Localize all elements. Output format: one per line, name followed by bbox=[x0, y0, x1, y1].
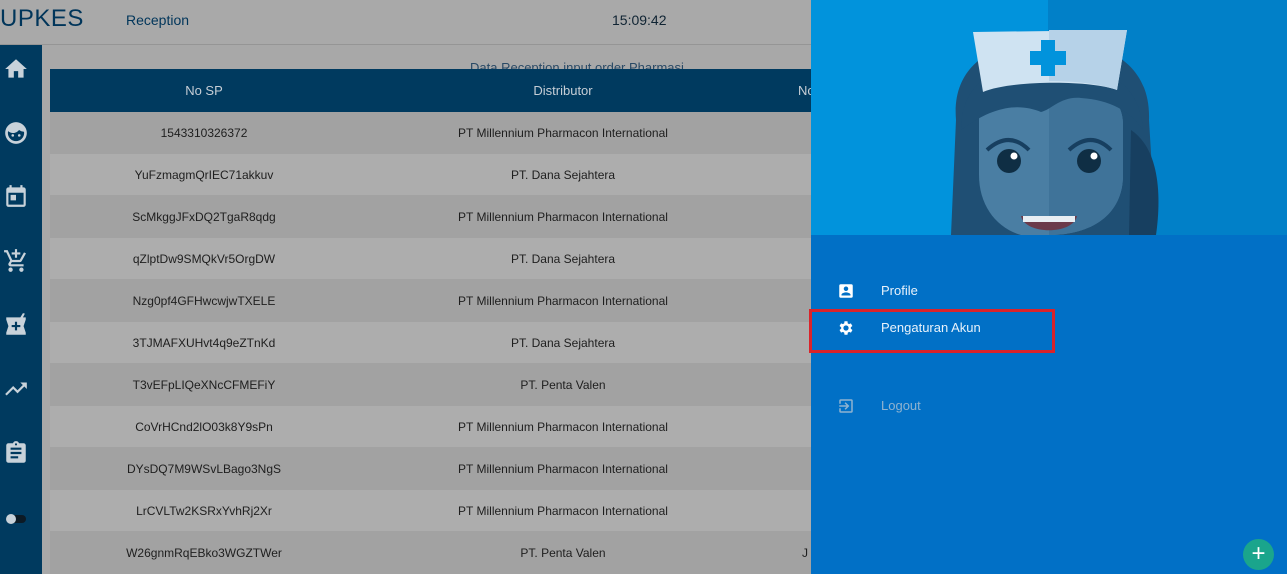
cell-no-sp: Nzg0pf4GFHwcwjwTXELE bbox=[132, 294, 276, 308]
order-table: No SP Distributor No 1543310326372 PT Mil… bbox=[50, 69, 811, 574]
table-row[interactable]: LrCVLTw2KSRxYvhRj2Xr PT Millennium Pharma… bbox=[50, 490, 811, 532]
cell-extra bbox=[802, 448, 811, 490]
app-brand[interactable]: UPKES bbox=[0, 5, 84, 33]
account-drawer: Profile Pengaturan Akun Logout bbox=[809, 0, 1287, 574]
account-box-icon bbox=[837, 282, 855, 300]
calendar-icon[interactable] bbox=[3, 183, 29, 209]
nurse-avatar-illustration bbox=[951, 30, 1159, 235]
cell-distributor: PT Millennium Pharmacon International bbox=[458, 210, 668, 224]
gear-icon bbox=[837, 319, 855, 337]
cell-distributor: PT Millennium Pharmacon International bbox=[458, 294, 668, 308]
table-header: No SP Distributor No bbox=[50, 69, 811, 112]
menu-item-account-settings[interactable]: Pengaturan Akun bbox=[809, 309, 1287, 353]
cart-add-icon[interactable] bbox=[3, 248, 29, 274]
cell-distributor: PT. Penta Valen bbox=[520, 378, 606, 392]
cell-extra bbox=[802, 196, 811, 238]
table-row[interactable]: Nzg0pf4GFHwcwjwTXELE PT Millennium Pharma… bbox=[50, 280, 811, 322]
table-row[interactable]: YuFzmagmQrIEC71akkuv PT. Dana Sejahtera bbox=[50, 154, 811, 196]
cell-extra bbox=[802, 112, 811, 154]
cell-no-sp: CoVrHCnd2lO03k8Y9sPn bbox=[135, 420, 273, 434]
table-row[interactable]: qZlptDw9SMQkVr5OrgDW PT. Dana Sejahtera bbox=[50, 238, 811, 280]
table-row[interactable]: CoVrHCnd2lO03k8Y9sPn PT Millennium Pharma… bbox=[50, 406, 811, 448]
cell-no-sp: W26gnmRqEBko3WGZTWer bbox=[126, 546, 282, 560]
pharmacy-add-icon[interactable] bbox=[3, 312, 29, 338]
menu-item-logout[interactable]: Logout bbox=[811, 387, 1287, 425]
column-header-no[interactable]: No bbox=[768, 69, 811, 112]
home-icon[interactable] bbox=[3, 56, 29, 82]
cell-extra bbox=[802, 364, 811, 406]
menu-label-profile: Profile bbox=[881, 283, 918, 298]
cell-distributor: PT Millennium Pharmacon International bbox=[458, 126, 668, 140]
cell-no-sp: 3TJMAFXUHvt4q9eZTnKd bbox=[132, 336, 276, 350]
table-body: 1543310326372 PT Millennium Pharmacon Int… bbox=[50, 112, 811, 574]
add-fab-button[interactable]: + bbox=[1243, 539, 1274, 570]
table-row[interactable]: 3TJMAFXUHvt4q9eZTnKd PT. Dana Sejahtera bbox=[50, 322, 811, 364]
menu-item-profile[interactable]: Profile bbox=[811, 272, 1287, 310]
sidebar-nav bbox=[0, 45, 42, 574]
column-header-no-sp[interactable]: No SP bbox=[50, 69, 358, 112]
table-row[interactable]: T3vEFpLIQeXNcCFMEFiY PT. Penta Valen bbox=[50, 364, 811, 406]
clipboard-icon[interactable] bbox=[3, 440, 29, 466]
cell-distributor: PT Millennium Pharmacon International bbox=[458, 504, 668, 518]
table-row[interactable]: 1543310326372 PT Millennium Pharmacon Int… bbox=[50, 112, 811, 154]
table-row[interactable]: DYsDQ7M9WSvLBago3NgS PT Millennium Pharma… bbox=[50, 448, 811, 490]
page-title: Reception bbox=[126, 12, 190, 28]
cell-no-sp: 1543310326372 bbox=[160, 126, 248, 140]
clock: 15:09:42 bbox=[612, 12, 667, 28]
toggle-icon[interactable] bbox=[3, 506, 29, 532]
exit-icon bbox=[837, 397, 855, 415]
cell-no-sp: DYsDQ7M9WSvLBago3NgS bbox=[126, 462, 282, 476]
cell-no-sp: YuFzmagmQrIEC71akkuv bbox=[134, 168, 274, 182]
table-row[interactable]: ScMkggJFxDQ2TgaR8qdg PT Millennium Pharma… bbox=[50, 196, 811, 238]
trending-up-icon[interactable] bbox=[3, 376, 29, 402]
cell-distributor: PT. Dana Sejahtera bbox=[510, 168, 616, 182]
cell-extra bbox=[802, 238, 811, 280]
baby-face-icon[interactable] bbox=[3, 120, 29, 146]
app-header: UPKES Reception 15:09:42 bbox=[0, 0, 811, 45]
menu-label-account-settings: Pengaturan Akun bbox=[881, 320, 981, 335]
drawer-hero bbox=[811, 0, 1287, 235]
cell-distributor: PT. Dana Sejahtera bbox=[510, 336, 616, 350]
table-row[interactable]: W26gnmRqEBko3WGZTWer PT. Penta Valen J bbox=[50, 532, 811, 574]
cell-distributor: PT. Dana Sejahtera bbox=[510, 252, 616, 266]
cell-no-sp: LrCVLTw2KSRxYvhRj2Xr bbox=[136, 504, 272, 518]
cell-extra bbox=[802, 406, 811, 448]
cell-no-sp: ScMkggJFxDQ2TgaR8qdg bbox=[132, 210, 276, 224]
cell-distributor: PT Millennium Pharmacon International bbox=[458, 462, 668, 476]
cell-extra bbox=[802, 490, 811, 532]
cell-distributor: PT Millennium Pharmacon International bbox=[458, 420, 668, 434]
cell-no-sp: T3vEFpLIQeXNcCFMEFiY bbox=[132, 378, 276, 392]
menu-label-logout: Logout bbox=[881, 398, 921, 413]
cell-distributor: PT. Penta Valen bbox=[520, 546, 606, 560]
cell-extra: J bbox=[802, 546, 808, 560]
column-header-distributor[interactable]: Distributor bbox=[358, 69, 768, 112]
cell-extra bbox=[802, 154, 811, 196]
cell-no-sp: qZlptDw9SMQkVr5OrgDW bbox=[132, 252, 276, 266]
